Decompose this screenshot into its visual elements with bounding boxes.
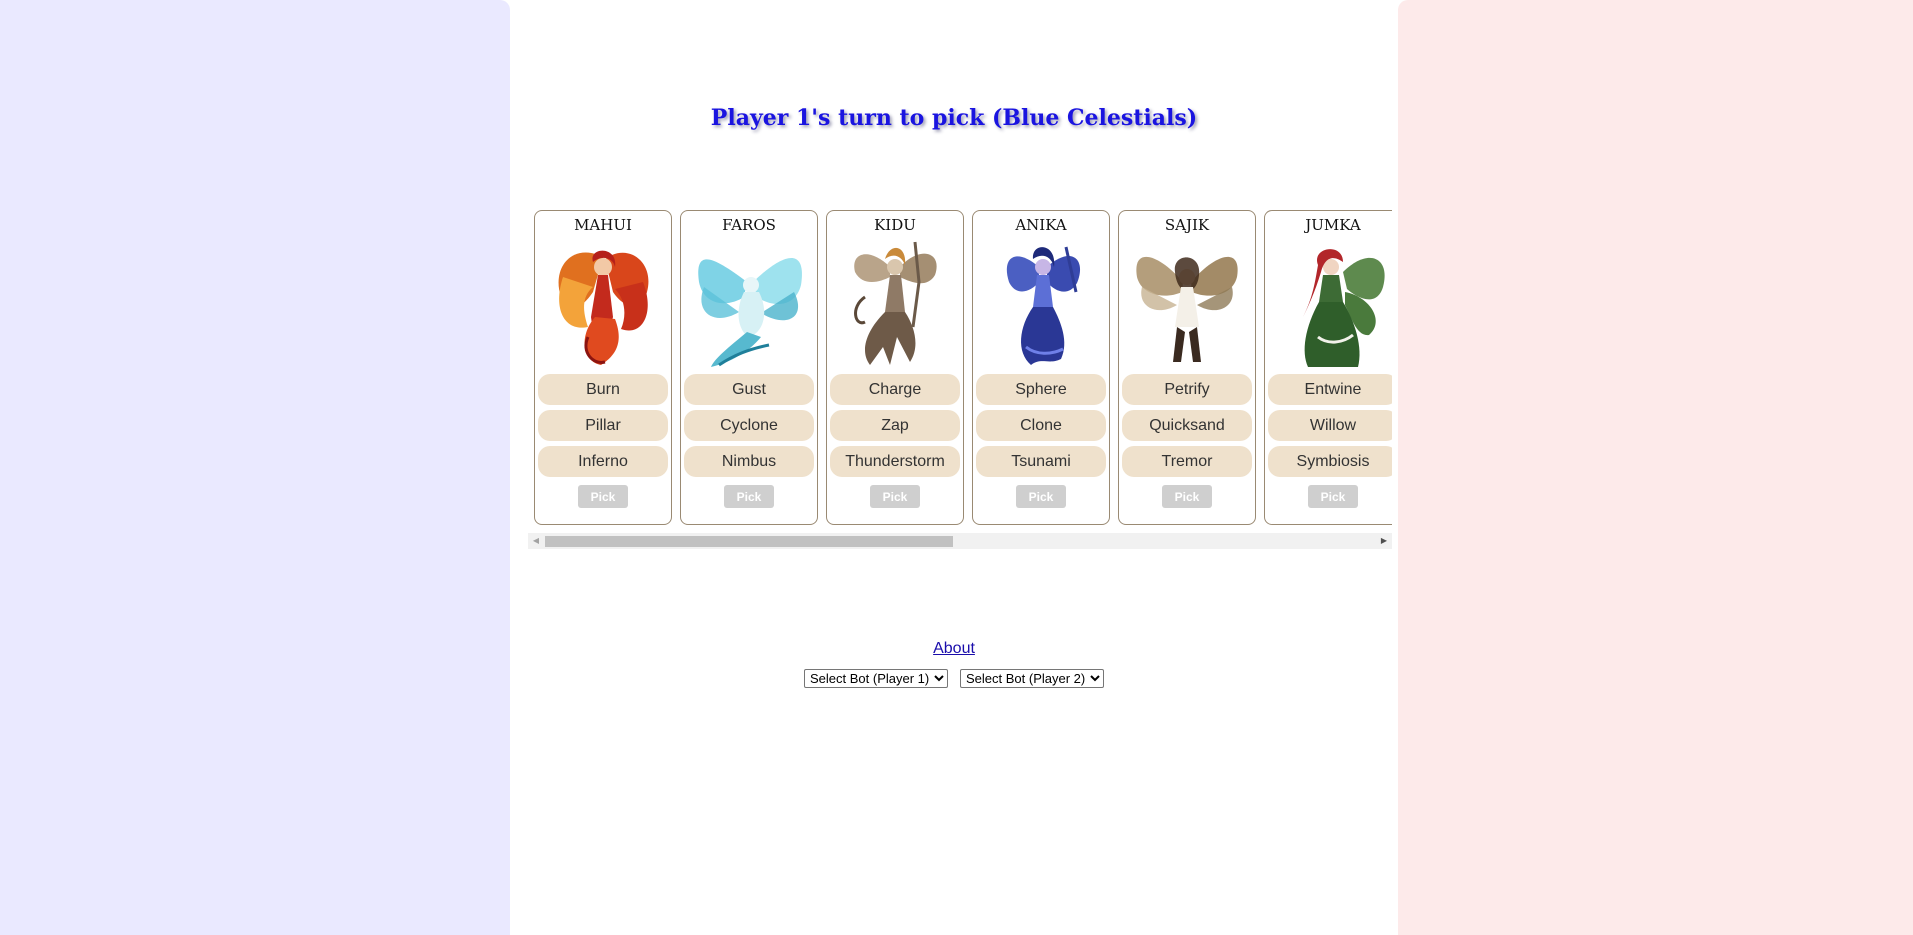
character-card-anika: ANIKA Sphere Clone Tsunami Pick — [972, 210, 1110, 525]
pick-button[interactable]: Pick — [724, 485, 774, 508]
horizontal-scrollbar[interactable]: ◀ ▶ — [528, 533, 1392, 549]
spell-button[interactable]: Charge — [830, 374, 960, 405]
spell-button[interactable]: Nimbus — [684, 446, 814, 477]
spell-button[interactable]: Gust — [684, 374, 814, 405]
pick-button[interactable]: Pick — [578, 485, 628, 508]
about-section: About — [510, 640, 1398, 658]
spell-button[interactable]: Tremor — [1122, 446, 1252, 477]
bot-select-player1[interactable]: Select Bot (Player 1) — [804, 669, 948, 688]
bot-selectors: Select Bot (Player 1) Select Bot (Player… — [510, 669, 1398, 688]
character-card-kidu: KIDU Charge Zap Thunderstorm Pick — [826, 210, 964, 525]
card-name: KIDU — [874, 216, 916, 234]
character-card-scroller[interactable]: MAHUI Burn Pillar Inferno Pick FAROS Gus… — [528, 208, 1392, 550]
character-card-faros: FAROS Gust Cyclone Nimbus Pick — [680, 210, 818, 525]
spell-button[interactable]: Clone — [976, 410, 1106, 441]
nature-fairy-portrait — [1303, 249, 1385, 367]
card-name: MAHUI — [574, 216, 632, 234]
spell-button[interactable]: Sphere — [976, 374, 1106, 405]
turn-indicator-title: Player 1's turn to pick (Blue Celestials… — [710, 105, 1198, 131]
spell-button[interactable]: Burn — [538, 374, 668, 405]
scroll-right-arrow-icon[interactable]: ▶ — [1376, 533, 1392, 549]
lightning-fairy-portrait — [854, 241, 937, 365]
card-name: JUMKA — [1305, 216, 1361, 234]
spell-button[interactable]: Zap — [830, 410, 960, 441]
fire-fairy-portrait — [558, 250, 649, 365]
pick-button[interactable]: Pick — [1016, 485, 1066, 508]
spell-button[interactable]: Tsunami — [976, 446, 1106, 477]
spell-button[interactable]: Symbiosis — [1268, 446, 1392, 477]
earth-fairy-portrait — [1136, 256, 1238, 362]
card-name: FAROS — [722, 216, 776, 234]
scrollbar-thumb[interactable] — [545, 536, 953, 547]
character-card-sajik: SAJIK Petrify Quicksand Tremor Pick — [1118, 210, 1256, 525]
pick-button[interactable]: Pick — [870, 485, 920, 508]
player1-side-panel — [0, 0, 510, 935]
bot-select-player2[interactable]: Select Bot (Player 2) — [960, 669, 1104, 688]
spell-button[interactable]: Pillar — [538, 410, 668, 441]
spell-button[interactable]: Inferno — [538, 446, 668, 477]
pick-button[interactable]: Pick — [1162, 485, 1212, 508]
card-name: ANIKA — [1015, 216, 1067, 234]
character-card-mahui: MAHUI Burn Pillar Inferno Pick — [534, 210, 672, 525]
spell-button[interactable]: Petrify — [1122, 374, 1252, 405]
spell-button[interactable]: Cyclone — [684, 410, 814, 441]
card-name: SAJIK — [1164, 216, 1210, 234]
spell-button[interactable]: Entwine — [1268, 374, 1392, 405]
spell-button[interactable]: Willow — [1268, 410, 1392, 441]
spell-button[interactable]: Quicksand — [1122, 410, 1252, 441]
pick-button[interactable]: Pick — [1308, 485, 1358, 508]
water-fairy-portrait — [1006, 246, 1081, 365]
player2-side-panel — [1398, 0, 1913, 935]
wind-fairy-portrait — [698, 257, 802, 367]
scroll-left-arrow-icon[interactable]: ◀ — [528, 533, 544, 549]
about-link[interactable]: About — [933, 640, 975, 657]
character-card-jumka: JUMKA Entwine Willow Symbiosis Pick — [1264, 210, 1392, 525]
spell-button[interactable]: Thunderstorm — [830, 446, 960, 477]
